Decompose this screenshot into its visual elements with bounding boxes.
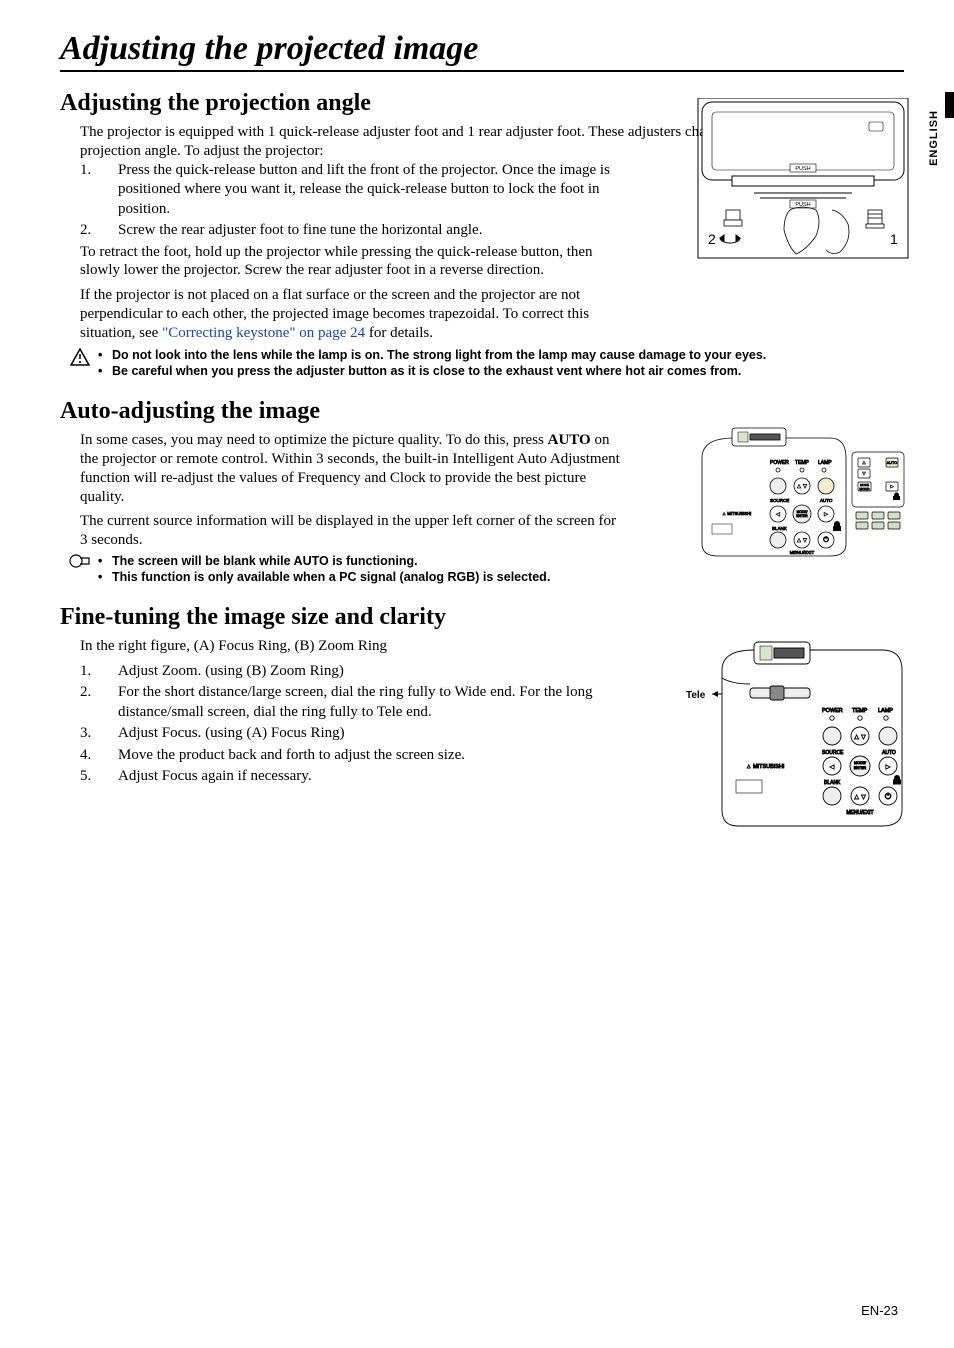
svg-text:SOURCE: SOURCE — [770, 498, 789, 503]
step-2: 2. Screw the rear adjuster foot to fine … — [80, 221, 620, 241]
trap-b: for details. — [365, 325, 433, 341]
svg-text:◄: ◄ — [775, 512, 781, 518]
svg-text:LAMP: LAMP — [818, 460, 832, 466]
language-tab: ENGLISH — [924, 100, 954, 185]
figure-zoom-focus: Tele Wide A B POWER — [672, 634, 912, 834]
heading-auto-adjust: Auto-adjusting the image — [60, 398, 904, 425]
note-icon — [66, 554, 94, 568]
svg-text:▲▼: ▲▼ — [796, 484, 808, 490]
svg-text:BLANK: BLANK — [772, 526, 787, 531]
svg-text:⏻: ⏻ — [885, 792, 892, 801]
section-projection-angle: Adjusting the projection angle The proje… — [60, 90, 904, 380]
svg-text:◄: ◄ — [829, 764, 836, 771]
svg-text:▲ MITSUBISHI: ▲ MITSUBISHI — [746, 764, 785, 770]
svg-text:►: ► — [885, 764, 892, 771]
step-number: 1. — [80, 161, 118, 220]
svg-text:TEMP: TEMP — [852, 708, 868, 714]
svg-text:▲▼: ▲▼ — [853, 794, 867, 801]
trapezoid-text: If the projector is not placed on a flat… — [80, 286, 620, 342]
step-number: 2. — [80, 221, 118, 241]
section-auto-adjust: Auto-adjusting the image In some cases, … — [60, 398, 904, 586]
svg-text:POWER: POWER — [822, 708, 843, 714]
svg-text:Tele: Tele — [686, 690, 706, 701]
warning-block: •Do not look into the lens while the lam… — [60, 348, 904, 380]
warning-icon — [66, 348, 94, 366]
svg-text:ENTER: ENTER — [859, 487, 870, 491]
svg-text:AUTO: AUTO — [887, 461, 898, 465]
auto-adjust-p2: The current source information will be d… — [80, 512, 620, 550]
svg-text:MODE/: MODE/ — [854, 761, 866, 765]
svg-text:PUSH: PUSH — [795, 166, 810, 172]
auto-adjust-p1: In some cases, you may need to optimize … — [80, 431, 620, 506]
svg-text:▲▼: ▲▼ — [796, 538, 808, 544]
svg-text:►: ► — [823, 512, 829, 518]
note-2: This function is only available when a P… — [112, 570, 550, 584]
figure-adjuster-feet: PUSH PUSH — [694, 98, 912, 263]
page-number: EN-23 — [861, 1303, 898, 1318]
figure-auto-panel: POWER TEMP LAMP ▲▼ SOURCE AUTO ◄ MODE/EN… — [694, 426, 912, 564]
page-title: Adjusting the projected image — [60, 30, 904, 72]
steps-projection-angle: 1. Press the quick-release button and li… — [80, 161, 620, 241]
svg-text:MENU/EXIT: MENU/EXIT — [790, 550, 815, 555]
note-1: The screen will be blank while AUTO is f… — [112, 554, 418, 568]
svg-text:LAMP: LAMP — [878, 708, 893, 714]
svg-text:▲: ▲ — [862, 460, 867, 466]
warning-bullets: •Do not look into the lens while the lam… — [98, 348, 904, 380]
svg-text:▼: ▼ — [862, 471, 867, 477]
svg-text:BLANK: BLANK — [824, 780, 841, 786]
steps-fine-tuning: 1.Adjust Zoom. (using (B) Zoom Ring) 2.F… — [80, 662, 600, 787]
svg-text:▲▼: ▲▼ — [853, 734, 867, 741]
warn-2: Be careful when you press the adjuster b… — [112, 364, 741, 378]
fig1-num-1: 1 — [890, 231, 898, 247]
step-text: Press the quick-release button and lift … — [118, 161, 620, 220]
retract-text: To retract the foot, hold up the project… — [80, 243, 620, 281]
svg-text:AUTO: AUTO — [882, 750, 896, 756]
section-fine-tuning: Fine-tuning the image size and clarity I… — [60, 604, 904, 787]
keystone-link[interactable]: "Correcting keystone" on page 24 — [162, 325, 365, 341]
svg-text:AUTO: AUTO — [820, 498, 833, 503]
language-tab-bar — [945, 92, 954, 118]
svg-text:ENTER: ENTER — [854, 766, 867, 770]
svg-text:⏻: ⏻ — [823, 536, 829, 544]
svg-text:SOURCE: SOURCE — [822, 750, 844, 756]
svg-text:▲ MITSUBISHI: ▲ MITSUBISHI — [722, 511, 751, 516]
svg-text:►: ► — [890, 484, 895, 490]
warn-1: Do not look into the lens while the lamp… — [112, 348, 766, 362]
svg-text:POWER: POWER — [770, 460, 789, 466]
fig1-num-2: 2 — [708, 231, 716, 247]
svg-text:MENU/EXIT: MENU/EXIT — [846, 810, 873, 816]
svg-text:ENTER: ENTER — [796, 514, 808, 518]
step-text: Screw the rear adjuster foot to fine tun… — [118, 221, 620, 241]
heading-fine-tuning: Fine-tuning the image size and clarity — [60, 604, 904, 631]
svg-text:TEMP: TEMP — [795, 460, 810, 466]
step-1: 1. Press the quick-release button and li… — [80, 161, 620, 220]
language-tab-label: ENGLISH — [928, 110, 940, 166]
